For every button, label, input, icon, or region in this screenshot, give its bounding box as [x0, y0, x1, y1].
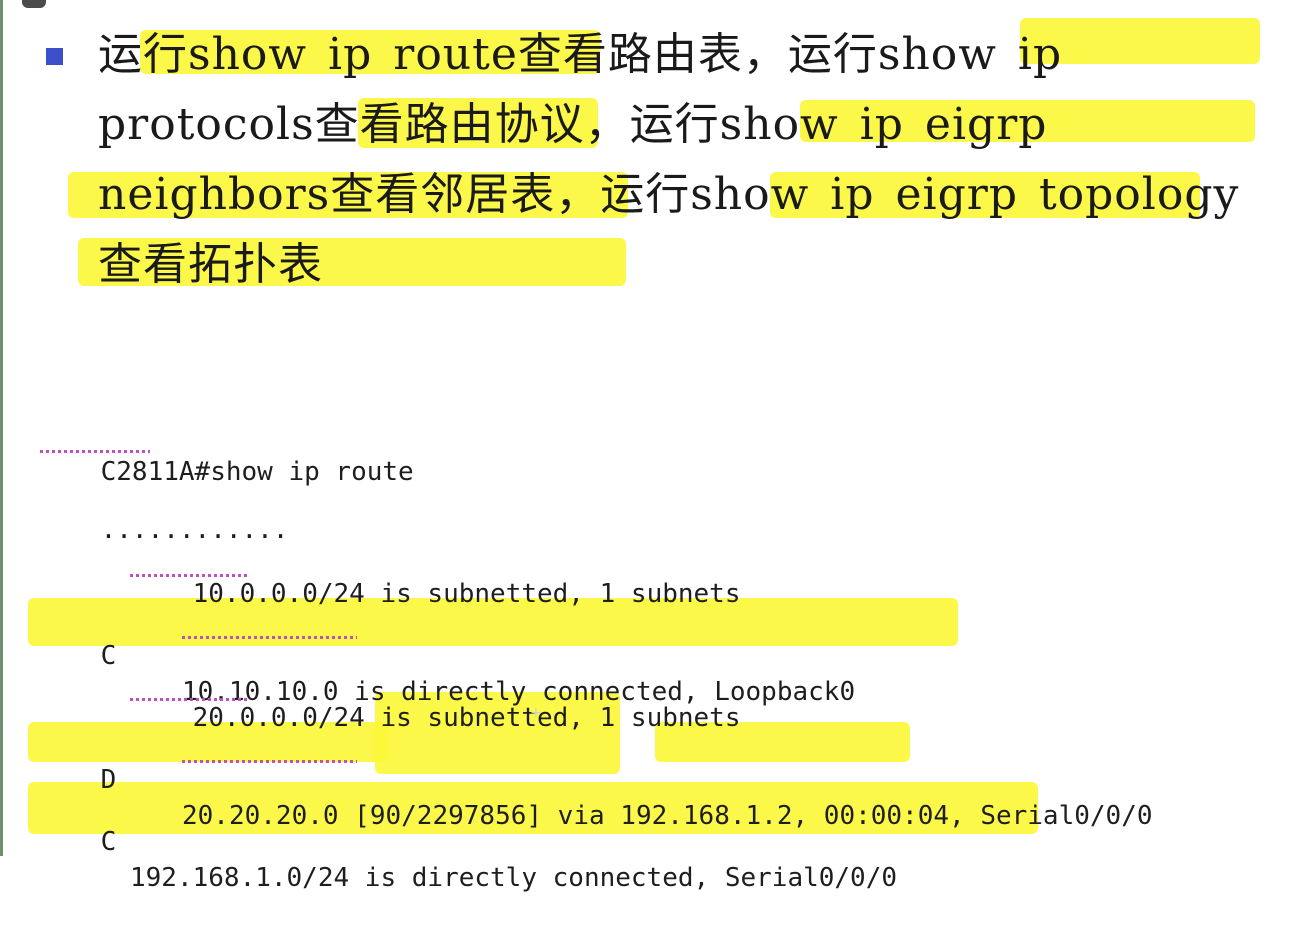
route-text: 192.168.1.0/24 is directly connected, Se… — [130, 863, 898, 893]
slide-left-border — [0, 0, 3, 856]
pointer-mark: + — [530, 705, 542, 721]
route-text: 20.20.20.0 [90/2297856] via 192.168.1.2,… — [182, 801, 1153, 831]
route-line: C 10.10.10.0 is directly connected, Loop… — [38, 602, 855, 746]
spellcheck-underline — [182, 636, 357, 639]
bullet-marker — [46, 48, 63, 65]
route-code: C — [100, 641, 117, 671]
route-code: C — [100, 827, 117, 857]
spellcheck-underline — [130, 574, 250, 577]
spellcheck-underline — [130, 698, 250, 701]
route-line: 10.0.0.0/24 is subnetted, 1 subnets — [130, 540, 741, 648]
route-line: C 192.168.1.0/24 is directly connected, … — [38, 788, 897, 932]
route-text: 10.0.0.0/24 is subnetted, 1 subnets — [192, 579, 741, 609]
route-line: 20.0.0.0/24 is subnetted, 1 subnets — [130, 664, 741, 772]
bullet-text: 运行show ip route查看路由表，运行show ip protocols… — [98, 29, 1240, 290]
spellcheck-underline — [40, 450, 150, 453]
slide-top-mark — [22, 0, 46, 8]
route-text: 20.0.0.0/24 is subnetted, 1 subnets — [192, 703, 741, 733]
spellcheck-underline — [182, 760, 357, 763]
